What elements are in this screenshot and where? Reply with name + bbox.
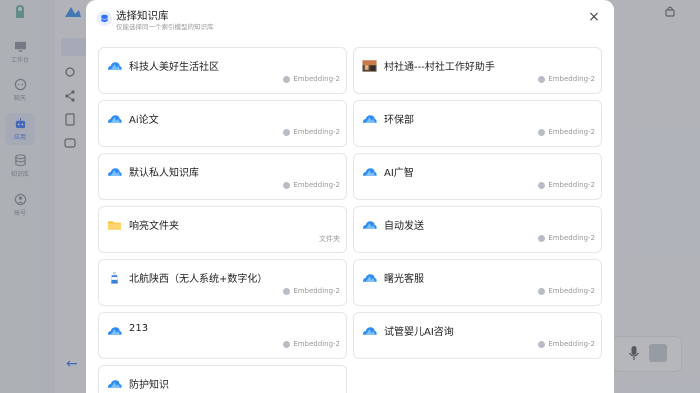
knowledge-base-name: Ai论文	[129, 115, 159, 126]
model-icon	[283, 128, 291, 136]
close-button[interactable]: ×	[587, 10, 601, 24]
knowledge-base-card[interactable]: 防护知识	[98, 365, 347, 393]
database-icon	[97, 11, 112, 26]
knowledge-base-model-label: Embedding-2	[293, 340, 340, 348]
knowledge-base-model: 文件夹	[319, 234, 340, 244]
knowledge-base-name: 213	[129, 323, 149, 334]
knowledge-base-card[interactable]: 科技人美好生活社区 Embedding-2	[98, 47, 347, 94]
knowledge-base-name: 默认私人知识库	[129, 168, 199, 179]
knowledge-base-card[interactable]: 环保部 Embedding-2	[353, 100, 602, 147]
dialog-subtitle: 仅能选择同一个索引模型的知识库	[116, 23, 214, 31]
knowledge-base-name: AI广智	[384, 168, 414, 179]
knowledge-base-model-label: 文件夹	[319, 235, 340, 243]
knowledge-base-name: 试管婴儿AI咨询	[384, 327, 454, 338]
cloud-icon	[362, 164, 377, 178]
knowledge-base-model-label: Embedding-2	[293, 287, 340, 295]
knowledge-base-model: Embedding-2	[538, 287, 595, 295]
knowledge-base-model: Embedding-2	[538, 234, 595, 242]
knowledge-base-model-label: Embedding-2	[548, 287, 595, 295]
knowledge-base-model: Embedding-2	[538, 75, 595, 83]
knowledge-base-name: 科技人美好生活社区	[129, 62, 219, 73]
knowledge-base-model: Embedding-2	[538, 340, 595, 348]
knowledge-base-model-label: Embedding-2	[548, 128, 595, 136]
knowledge-base-name: 村社通---村社工作好助手	[384, 62, 495, 73]
knowledge-base-name: 北航陕西（无人系统+数字化）	[129, 274, 268, 285]
knowledge-base-model-label: Embedding-2	[548, 234, 595, 242]
model-icon	[538, 75, 546, 83]
knowledge-base-card[interactable]: 试管婴儿AI咨询 Embedding-2	[353, 312, 602, 359]
cloud-icon	[107, 323, 122, 337]
knowledge-base-card[interactable]: 213 Embedding-2	[98, 312, 347, 359]
knowledge-base-model: Embedding-2	[283, 287, 340, 295]
model-icon	[283, 287, 291, 295]
knowledge-base-model: Embedding-2	[538, 128, 595, 136]
knowledge-base-model: Embedding-2	[283, 128, 340, 136]
cloud-icon	[362, 270, 377, 284]
knowledge-base-card[interactable]: 曙光客服 Embedding-2	[353, 259, 602, 306]
cloud-icon	[107, 164, 122, 178]
knowledge-base-name: 曙光客服	[384, 274, 424, 285]
cloud-icon	[362, 217, 377, 231]
knowledge-base-model-label: Embedding-2	[293, 181, 340, 189]
knowledge-base-card[interactable]: 自动发送 Embedding-2	[353, 206, 602, 253]
cloud-icon	[107, 111, 122, 125]
knowledge-base-card[interactable]: 响亮文件夹文件夹	[98, 206, 347, 253]
knowledge-base-model: Embedding-2	[283, 181, 340, 189]
knowledge-base-name: 环保部	[384, 115, 414, 126]
knowledge-base-model-label: Embedding-2	[548, 340, 595, 348]
cloud-icon	[107, 376, 122, 390]
knowledge-base-card[interactable]: 默认私人知识库 Embedding-2	[98, 153, 347, 200]
select-knowledge-base-dialog: 选择知识库 仅能选择同一个索引模型的知识库 × 科技人美好生活社区 Embeddi…	[86, 0, 614, 393]
cloud-icon	[362, 111, 377, 125]
knowledge-base-model-label: Embedding-2	[293, 75, 340, 83]
model-icon	[538, 287, 546, 295]
knowledge-base-card[interactable]: AI广智 Embedding-2	[353, 153, 602, 200]
cloud-icon	[107, 58, 122, 72]
knowledge-base-model-label: Embedding-2	[548, 181, 595, 189]
knowledge-base-model-label: Embedding-2	[548, 75, 595, 83]
model-icon	[283, 75, 291, 83]
knowledge-base-name: 响亮文件夹	[129, 221, 179, 232]
model-icon	[538, 181, 546, 189]
model-icon	[538, 340, 546, 348]
folder-icon	[107, 217, 122, 231]
knowledge-base-card[interactable]: 北航陕西（无人系统+数字化） Embedding-2	[98, 259, 347, 306]
model-icon	[283, 181, 291, 189]
knowledge-base-card[interactable]: Ai论文 Embedding-2	[98, 100, 347, 147]
knowledge-base-card[interactable]: 村社通---村社工作好助手 Embedding-2	[353, 47, 602, 94]
knowledge-base-model: Embedding-2	[283, 75, 340, 83]
model-icon	[538, 234, 546, 242]
knowledge-base-model: Embedding-2	[283, 340, 340, 348]
kb-thumbnail-image	[362, 58, 377, 72]
cloud-icon	[362, 323, 377, 337]
model-icon	[283, 340, 291, 348]
knowledge-base-model-label: Embedding-2	[293, 128, 340, 136]
knowledge-base-model: Embedding-2	[538, 181, 595, 189]
dialog-header: 选择知识库 仅能选择同一个索引模型的知识库 ×	[86, 0, 614, 40]
knowledge-base-name: 防护知识	[129, 380, 169, 391]
bottle-icon	[107, 270, 122, 284]
knowledge-base-name: 自动发送	[384, 221, 424, 232]
model-icon	[538, 128, 546, 136]
